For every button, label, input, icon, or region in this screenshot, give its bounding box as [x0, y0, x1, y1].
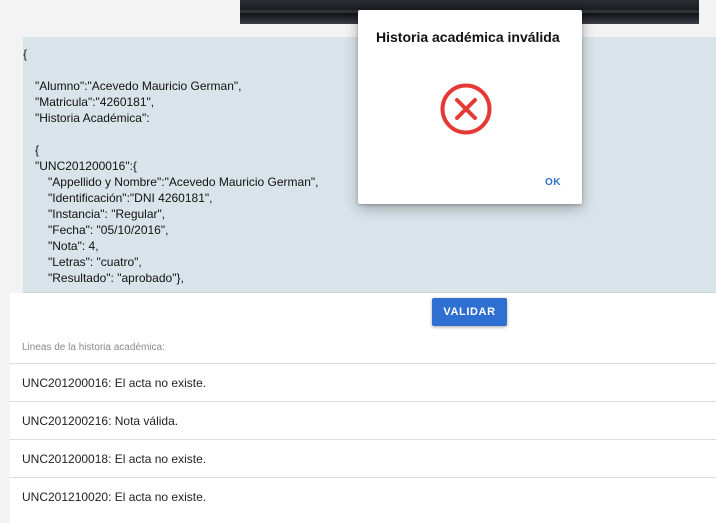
error-dialog: Historia académica inválida OK: [358, 10, 582, 204]
list-item: UNC201200016: El acta no existe.: [10, 363, 716, 401]
json-line: "Resultado": "aprobado"},: [48, 271, 184, 285]
json-line: "Historia Académica":: [35, 111, 150, 125]
results-list: UNC201200016: El acta no existe. UNC2012…: [10, 363, 716, 515]
dialog-title: Historia académica inválida: [376, 29, 560, 45]
list-item: UNC201200018: El acta no existe.: [10, 439, 716, 477]
results-label: Lineas de la historia académica:: [22, 342, 165, 353]
json-line: {: [23, 47, 28, 61]
ok-button[interactable]: OK: [536, 170, 570, 194]
left-panel: [0, 0, 10, 523]
json-line: "Matricula":"4260181",: [35, 95, 155, 109]
json-line: "Letras": "cuatro",: [48, 255, 142, 269]
json-line: "Instancia": "Regular",: [48, 207, 166, 221]
validate-button[interactable]: VALIDAR: [432, 298, 507, 326]
json-line: "UNC201200016":{: [35, 159, 137, 173]
list-item: UNC201210020: El acta no existe.: [10, 477, 716, 515]
json-line: "Fecha": "05/10/2016",: [48, 223, 169, 237]
json-line: "Nota": 4,: [48, 239, 99, 253]
list-item: UNC201200216: Nota válida.: [10, 401, 716, 439]
json-line: "Appellido y Nombre":"Acevedo Mauricio G…: [48, 175, 319, 189]
error-circle-x-icon: [440, 83, 492, 135]
json-line: {: [35, 143, 40, 157]
json-line: "Alumno":"Acevedo Mauricio German",: [35, 79, 242, 93]
json-line: "Identificación":"DNI 4260181",: [48, 191, 213, 205]
